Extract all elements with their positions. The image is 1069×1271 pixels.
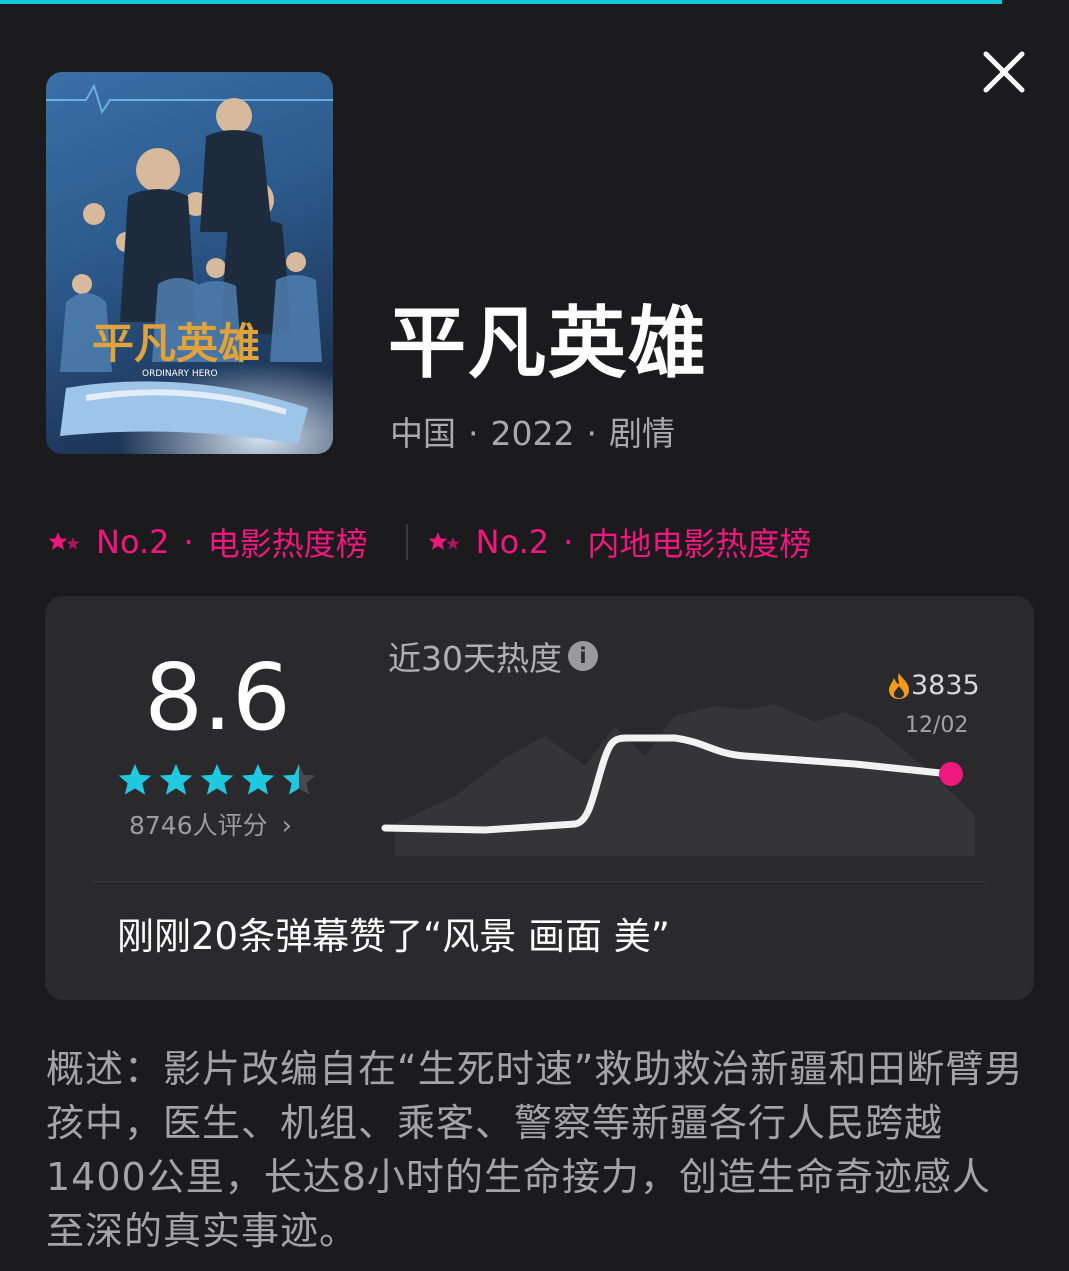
movie-title: 平凡英雄 [388,299,709,389]
ranking-row: No.2 · 电影热度榜 No.2 · 内地电影热度榜 [48,516,811,568]
rating-score: 8.6 [144,644,291,751]
star-icon [118,764,152,795]
ranking-divider [405,524,408,560]
poster-title-art: 平凡英雄 [92,319,260,368]
double-star-icon [428,532,460,550]
heat-current-value: 3835 [887,670,980,701]
heat-label: 近30天热度 [388,639,562,678]
close-icon[interactable] [980,48,1028,96]
rating-heat-card: 8.6 8746人评分 › 近30天热度 i 3835 12/02 刚刚20条弹幕… [45,596,1034,1000]
star-icon [282,764,316,795]
movie-description: 概述：影片改编自在“生死时速”救助救治新疆和田断臂男孩中，医生、机组、乘客、警察… [46,1047,1024,1253]
ranking-separator: · [183,523,194,561]
heat-date: 12/02 [905,713,969,738]
heat-label-row: 近30天热度 i [388,632,598,680]
ranking-number: No.2 [475,523,550,561]
movie-meta: 中国 · 2022 · 剧情 [390,412,675,456]
star-icon [200,764,234,795]
movie-poster[interactable]: 平凡英雄 ORDINARY HERO [46,72,333,454]
progress-bar [0,0,1002,4]
rating-count-link[interactable]: 8746人评分 › [129,806,292,842]
ranking-badge-movie-heat[interactable]: No.2 · 电影热度榜 [48,519,368,565]
movie-genre: 剧情 [608,414,675,453]
chevron-right-icon: › [281,811,293,841]
rating-count: 8746人评分 [129,811,268,840]
ranking-list-name: 内地电影热度榜 [587,525,812,563]
danmu-highlight[interactable]: 刚刚20条弹幕赞了“风景 画面 美” [117,912,670,962]
heat-current-point [939,762,963,786]
star-icon [159,764,193,795]
ranking-number: No.2 [96,523,170,561]
heat-trend-chart [381,704,975,856]
star-icon [241,764,275,795]
star-rating [117,762,317,796]
ranking-list-name: 电影热度榜 [207,525,368,563]
flame-icon [889,672,909,699]
poster-subtitle-art: ORDINARY HERO [142,369,218,379]
info-icon[interactable]: i [568,641,598,671]
movie-country: 中国 [390,414,456,453]
meta-separator: · [468,414,479,453]
ranking-badge-domestic-heat[interactable]: No.2 · 内地电影热度榜 [428,519,812,565]
ranking-separator: · [563,523,574,561]
movie-year: 2022 [490,414,575,453]
meta-separator: · [586,414,597,453]
heat-value: 3835 [911,670,980,701]
double-star-icon [48,532,80,550]
card-divider [93,881,986,882]
